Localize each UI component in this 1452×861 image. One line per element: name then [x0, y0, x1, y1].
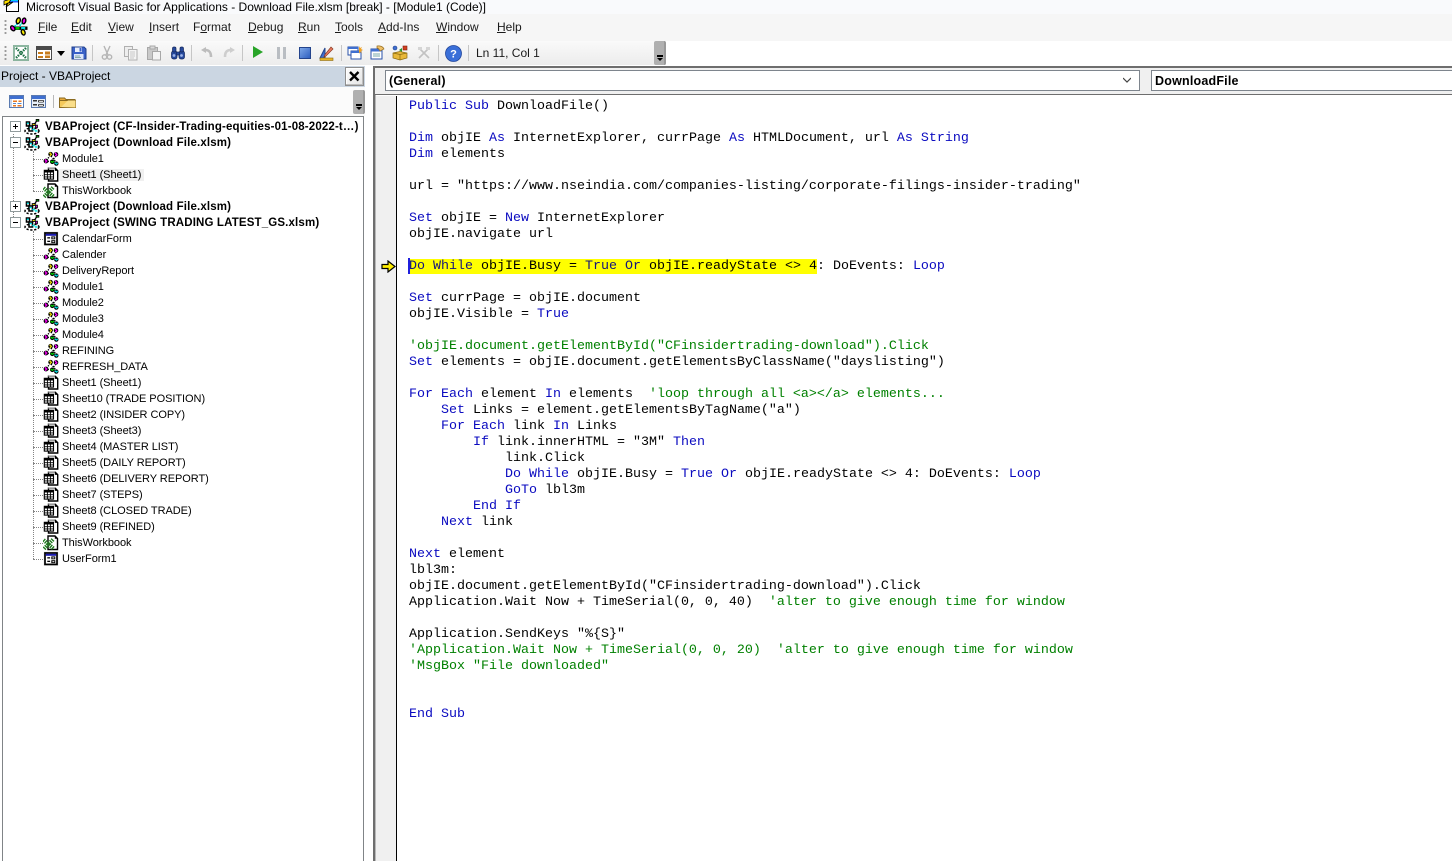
svg-text:?: ?: [450, 49, 457, 61]
